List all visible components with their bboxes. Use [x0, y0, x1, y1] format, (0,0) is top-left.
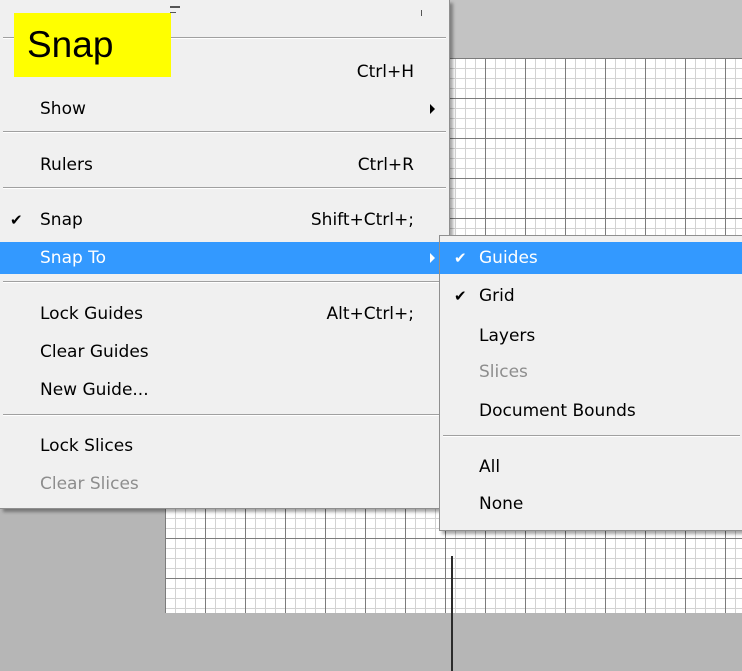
menu-item-clear-guides[interactable]: Clear Guides: [0, 336, 449, 368]
menu-item-new-guide[interactable]: New Guide...: [0, 374, 449, 406]
menu-partial-mark: [421, 10, 422, 16]
submenu-item-grid[interactable]: ✔ Grid: [440, 280, 742, 312]
menu-item-label: Snap To: [40, 248, 107, 268]
menu-partial-item: [170, 6, 180, 8]
menu-item-shortcut: Ctrl+H: [356, 62, 414, 82]
check-icon: ✔: [454, 287, 467, 305]
submenu-item-label: Document Bounds: [479, 401, 636, 421]
workspace-background: [450, 0, 742, 58]
menu-item-shortcut: Alt+Ctrl+;: [326, 304, 414, 324]
menu-item-label: Clear Guides: [40, 342, 149, 362]
submenu-item-guides[interactable]: ✔ Guides: [440, 242, 742, 274]
submenu-item-label: Slices: [479, 362, 528, 382]
menu-separator: [3, 414, 446, 416]
submenu-item-label: Guides: [479, 248, 538, 268]
menu-item-label: Show: [40, 99, 86, 119]
menu-item-label: Rulers: [40, 155, 93, 175]
submenu-item-all[interactable]: All: [440, 451, 742, 483]
menu-item-clear-slices: Clear Slices: [0, 468, 449, 500]
menu-item-snap-to[interactable]: Snap To: [0, 242, 449, 274]
submenu-item-layers[interactable]: Layers: [440, 320, 742, 352]
submenu-separator: [443, 435, 740, 437]
menu-item-snap[interactable]: ✔ Snap Shift+Ctrl+;: [0, 204, 449, 236]
menu-item-label: Snap: [40, 210, 83, 230]
menu-item-shortcut: Shift+Ctrl+;: [310, 210, 414, 230]
canvas-guide-line: [451, 556, 453, 671]
menu-item-label: New Guide...: [40, 380, 149, 400]
submenu-item-label: Grid: [479, 286, 515, 306]
menu-item-label: Lock Slices: [40, 436, 134, 456]
snap-to-submenu: ✔ Guides ✔ Grid Layers Slices Document B…: [439, 235, 742, 531]
menu-separator: [3, 281, 446, 283]
submenu-item-none[interactable]: None: [440, 488, 742, 520]
menu-item-lock-slices[interactable]: Lock Slices: [0, 430, 449, 462]
menu-item-shortcut: Ctrl+R: [357, 155, 414, 175]
submenu-item-label: All: [479, 457, 501, 477]
check-icon: ✔: [454, 249, 467, 267]
submenu-item-slices: Slices: [440, 356, 742, 388]
submenu-arrow-icon: [430, 104, 435, 114]
menu-separator: [3, 187, 446, 189]
submenu-item-label: None: [479, 494, 524, 514]
menu-item-lock-guides[interactable]: Lock Guides Alt+Ctrl+;: [0, 298, 449, 330]
menu-item-label: Lock Guides: [40, 304, 143, 324]
menu-item-label: Clear Slices: [40, 474, 139, 494]
submenu-arrow-icon: [430, 253, 435, 263]
menu-separator: [3, 131, 446, 133]
menu-item-rulers[interactable]: Rulers Ctrl+R: [0, 149, 449, 181]
menu-item-show[interactable]: Show: [0, 93, 449, 125]
submenu-item-label: Layers: [479, 326, 536, 346]
submenu-item-document-bounds[interactable]: Document Bounds: [440, 395, 742, 427]
check-icon: ✔: [10, 211, 23, 229]
snap-title-banner: Snap: [14, 13, 171, 77]
